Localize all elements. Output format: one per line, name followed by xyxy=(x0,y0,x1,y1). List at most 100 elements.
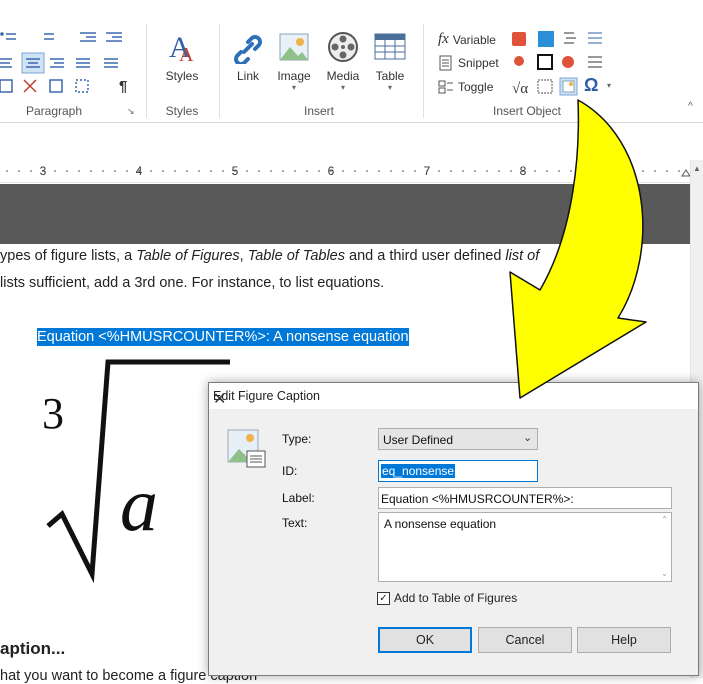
ruler-number: 7 xyxy=(424,164,431,178)
toggle-button[interactable]: Toggle xyxy=(438,79,493,95)
plugin-icon[interactable] xyxy=(512,32,526,46)
styles-button[interactable]: A A Styles xyxy=(160,30,204,83)
chart-icon[interactable] xyxy=(564,32,576,44)
link-icon xyxy=(234,35,262,66)
qrcode-icon[interactable] xyxy=(537,54,553,70)
ribbon: ¶ Paragraph ↘ A A Styles Styles Link Ima… xyxy=(0,0,703,123)
label-field[interactable]: Equation <%HMUSRCOUNTER%>: xyxy=(378,487,672,509)
ruler-number: 3 xyxy=(40,164,47,178)
fx-icon: fx xyxy=(438,31,449,47)
indent-icon[interactable] xyxy=(106,32,122,42)
bullet-list-icon[interactable] xyxy=(0,32,16,40)
section-heading: aption... xyxy=(0,639,66,658)
text-run: Table of Tables xyxy=(247,248,345,264)
image-icon xyxy=(279,33,309,61)
type-select[interactable]: User Defined ⌄ xyxy=(378,428,538,450)
image-button[interactable]: Image ▾ xyxy=(274,30,314,92)
radical-index: 3 xyxy=(42,389,64,438)
help-button[interactable]: Help xyxy=(577,627,671,653)
close-icon[interactable]: ✕ xyxy=(213,389,690,409)
snippet-label: Snippet xyxy=(458,56,499,70)
paragraph-format-icon[interactable] xyxy=(0,79,13,93)
header-band xyxy=(0,184,690,244)
scroll-up-icon[interactable]: ⌃ xyxy=(661,515,668,524)
styles-icon: A A xyxy=(169,31,194,66)
label-label: Label: xyxy=(282,491,315,505)
outdent-icon[interactable] xyxy=(80,32,96,42)
type-select-value: User Defined xyxy=(383,433,454,447)
horizontal-line-icon[interactable] xyxy=(588,32,602,44)
ok-button[interactable]: OK xyxy=(378,627,472,653)
checkbox-icon[interactable]: ✓ xyxy=(377,591,390,605)
shapes-icon[interactable] xyxy=(562,56,574,68)
id-field[interactable]: eq_nonsense xyxy=(378,460,538,482)
clear-format-icon[interactable] xyxy=(23,79,37,93)
text-area-value: A nonsense equation xyxy=(384,517,497,531)
line-spacing-icon[interactable] xyxy=(104,58,118,68)
variable-button[interactable]: fx Variable xyxy=(438,31,496,48)
ribbon-separator xyxy=(146,24,147,118)
caption-text: Equation <%HMUSRCOUNTER%>: A nonsense eq… xyxy=(37,328,409,346)
ruler-number: 6 xyxy=(328,164,335,178)
text-run: Table of Figures xyxy=(136,248,240,264)
collapse-ribbon-icon[interactable]: ^ xyxy=(688,101,693,112)
symbol-dropdown-icon[interactable]: ▾ xyxy=(607,81,611,90)
dialog-titlebar[interactable]: Edit Figure Caption ✕ xyxy=(209,383,698,409)
snippet-button[interactable]: Snippet xyxy=(438,55,499,71)
group-label-insert-object: Insert Object xyxy=(492,104,562,118)
id-field-value: eq_nonsense xyxy=(381,464,456,478)
text-label: Text: xyxy=(282,516,308,530)
cancel-button[interactable]: Cancel xyxy=(478,627,572,653)
paragraph-dialog-launcher-icon[interactable]: ↘ xyxy=(127,106,135,117)
align-right-icon[interactable] xyxy=(50,58,64,68)
table-of-contents-icon[interactable] xyxy=(537,79,553,94)
text-area[interactable]: A nonsense equation ⌃ ⌄ xyxy=(378,512,672,582)
add-to-tof-checkbox[interactable]: ✓ Add to Table of Figures xyxy=(377,591,517,605)
chevron-down-icon: ⌄ xyxy=(523,432,533,444)
paragraph-line: lists sufficient, add a 3rd one. For ins… xyxy=(0,275,385,291)
variable-label: Variable xyxy=(452,32,496,47)
map-marker-icon[interactable] xyxy=(514,56,524,66)
media-button[interactable]: Media ▾ xyxy=(322,30,364,92)
shading-icon[interactable] xyxy=(75,79,89,93)
symbol-icon[interactable]: Ω xyxy=(584,75,598,96)
list-icon[interactable] xyxy=(588,56,602,68)
film-reel-icon xyxy=(328,32,358,62)
link-label: Link xyxy=(236,69,259,83)
ruler-number: 8 xyxy=(520,164,527,178)
borders-icon[interactable] xyxy=(49,79,63,93)
group-label-paragraph: Paragraph xyxy=(25,104,83,118)
ruler-ticks: 3 4 5 6 7 8 xyxy=(6,164,692,178)
media-label: Media xyxy=(326,69,360,83)
table-label: Table xyxy=(375,69,405,83)
styles-label: Styles xyxy=(165,69,199,83)
text-run: ypes of figure lists, a xyxy=(0,248,137,264)
checkbox-label: Add to Table of Figures xyxy=(394,591,518,605)
right-indent-marker[interactable] xyxy=(681,169,691,177)
text-run: list of xyxy=(505,248,540,264)
link-button[interactable]: Link xyxy=(228,30,268,83)
align-left-icon[interactable] xyxy=(0,58,12,68)
equation-image xyxy=(46,359,230,584)
screenshot-icon[interactable] xyxy=(538,31,554,47)
text-run: , xyxy=(239,248,248,264)
equation-icon[interactable]: √α xyxy=(512,81,528,97)
edit-figure-caption-dialog: Edit Figure Caption ✕ Type: User Defined… xyxy=(208,382,699,676)
pilcrow-icon[interactable]: ¶ xyxy=(119,78,127,95)
paragraph-line: ypes of figure lists, a Table of Figures… xyxy=(0,248,539,264)
scroll-down-icon[interactable]: ⌄ xyxy=(661,569,668,578)
group-label-insert: Insert xyxy=(303,104,334,118)
numbered-list-icon[interactable] xyxy=(44,33,54,40)
scroll-up-icon[interactable]: ▲ xyxy=(693,164,701,173)
justify-icon[interactable] xyxy=(76,58,90,68)
toggle-icon xyxy=(438,80,453,94)
figure-caption-icon[interactable] xyxy=(559,77,578,96)
table-button[interactable]: Table ▾ xyxy=(370,30,410,92)
ruler-number: 4 xyxy=(136,164,143,178)
selected-caption[interactable]: Equation <%HMUSRCOUNTER%>: A nonsense eq… xyxy=(37,328,409,346)
type-label: Type: xyxy=(282,432,312,446)
ruler[interactable]: 3 4 5 6 7 8 xyxy=(0,160,692,183)
group-label-styles: Styles xyxy=(165,104,199,118)
text-run: and a third user defined xyxy=(345,248,506,264)
id-label: ID: xyxy=(282,464,298,478)
